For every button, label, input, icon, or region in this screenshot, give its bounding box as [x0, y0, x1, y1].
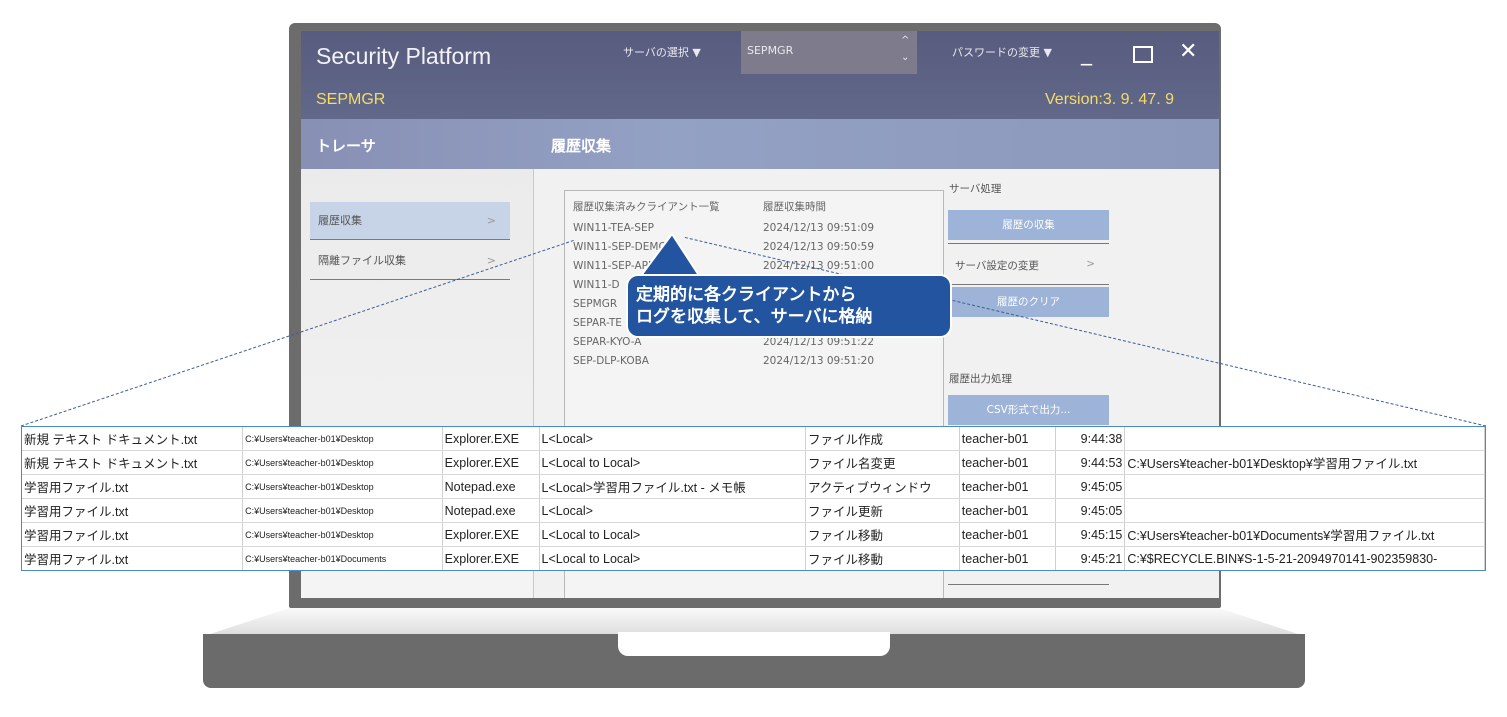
file-name-cell: 学習用ファイル.txt — [22, 522, 244, 547]
detail-cell: L<Local> — [539, 498, 806, 523]
user-cell: teacher-b01 — [959, 498, 1056, 523]
file-name-cell: 学習用ファイル.txt — [22, 474, 244, 499]
table-row[interactable]: 学習用ファイル.txt C:¥Users¥teacher-b01¥Desktop E… — [22, 522, 1485, 547]
operation-cell: ファイル名変更 — [805, 450, 960, 475]
user-cell: teacher-b01 — [959, 474, 1056, 499]
user-cell: teacher-b01 — [959, 450, 1056, 475]
time-cell: 9:45:21 — [1055, 546, 1126, 570]
operation-cell: ファイル移動 — [805, 522, 960, 547]
operation-cell: アクティブウィンドウ — [805, 474, 960, 499]
time-cell: 9:45:05 — [1055, 498, 1126, 523]
time-cell: 9:45:15 — [1055, 522, 1126, 547]
detail-cell: L<Local to Local> — [539, 450, 806, 475]
target-path-cell — [1124, 474, 1485, 499]
callout-pointer-join — [640, 276, 700, 280]
table-row[interactable]: 学習用ファイル.txt C:¥Users¥teacher-b01¥Desktop N… — [22, 474, 1485, 499]
process-cell: Explorer.EXE — [442, 427, 540, 451]
target-path-cell — [1124, 427, 1485, 451]
callout-pointer — [638, 232, 702, 278]
callout-line-2: ログを収集して、サーバに格納 — [636, 307, 873, 327]
file-name-cell: 学習用ファイル.txt — [22, 546, 244, 570]
target-path-cell — [1124, 498, 1485, 523]
detail-cell: L<Local to Local> — [539, 546, 806, 570]
operation-cell: ファイル更新 — [805, 498, 960, 523]
table-row[interactable]: 新規 テキスト ドキュメント.txt C:¥Users¥teacher-b01¥D… — [22, 427, 1485, 451]
process-cell: Notepad.exe — [442, 474, 540, 499]
file-name-cell: 学習用ファイル.txt — [22, 498, 244, 523]
detail-cell: L<Local> — [539, 427, 806, 451]
path-cell: C:¥Users¥teacher-b01¥Desktop — [242, 450, 443, 475]
callout-line-1: 定期的に各クライアントから — [636, 285, 857, 305]
target-path-cell: C:¥$RECYCLE.BIN¥S-1-5-21-2094970141-9023… — [1124, 546, 1485, 570]
log-table: 新規 テキスト ドキュメント.txt C:¥Users¥teacher-b01¥D… — [21, 426, 1486, 571]
time-cell: 9:44:38 — [1055, 427, 1126, 451]
table-row[interactable]: 学習用ファイル.txt C:¥Users¥teacher-b01¥Desktop N… — [22, 498, 1485, 523]
file-name-cell: 新規 テキスト ドキュメント.txt — [22, 450, 244, 475]
time-cell: 9:44:53 — [1055, 450, 1126, 475]
path-cell: C:¥Users¥teacher-b01¥Desktop — [242, 474, 443, 499]
process-cell: Explorer.EXE — [442, 450, 540, 475]
path-cell: C:¥Users¥teacher-b01¥Desktop — [242, 427, 443, 451]
path-cell: C:¥Users¥teacher-b01¥Desktop — [242, 522, 443, 547]
user-cell: teacher-b01 — [959, 546, 1056, 570]
callout-text: 定期的に各クライアントから ログを収集して、サーバに格納 — [636, 284, 946, 328]
path-cell: C:¥Users¥teacher-b01¥Documents — [242, 546, 443, 570]
file-name-cell: 新規 テキスト ドキュメント.txt — [22, 427, 244, 451]
process-cell: Explorer.EXE — [442, 546, 540, 570]
path-cell: C:¥Users¥teacher-b01¥Desktop — [242, 498, 443, 523]
user-cell: teacher-b01 — [959, 427, 1056, 451]
operation-cell: ファイル移動 — [805, 546, 960, 570]
table-row[interactable]: 新規 テキスト ドキュメント.txt C:¥Users¥teacher-b01¥D… — [22, 450, 1485, 475]
user-cell: teacher-b01 — [959, 522, 1056, 547]
table-row[interactable]: 学習用ファイル.txt C:¥Users¥teacher-b01¥Document… — [22, 546, 1485, 570]
detail-cell: L<Local>学習用ファイル.txt - メモ帳 — [539, 474, 806, 499]
target-path-cell: C:¥Users¥teacher-b01¥Desktop¥学習用ファイル.txt — [1124, 450, 1485, 475]
detail-cell: L<Local to Local> — [539, 522, 806, 547]
process-cell: Explorer.EXE — [442, 522, 540, 547]
process-cell: Notepad.exe — [442, 498, 540, 523]
time-cell: 9:45:05 — [1055, 474, 1126, 499]
operation-cell: ファイル作成 — [805, 427, 960, 451]
target-path-cell: C:¥Users¥teacher-b01¥Documents¥学習用ファイル.t… — [1124, 522, 1485, 547]
